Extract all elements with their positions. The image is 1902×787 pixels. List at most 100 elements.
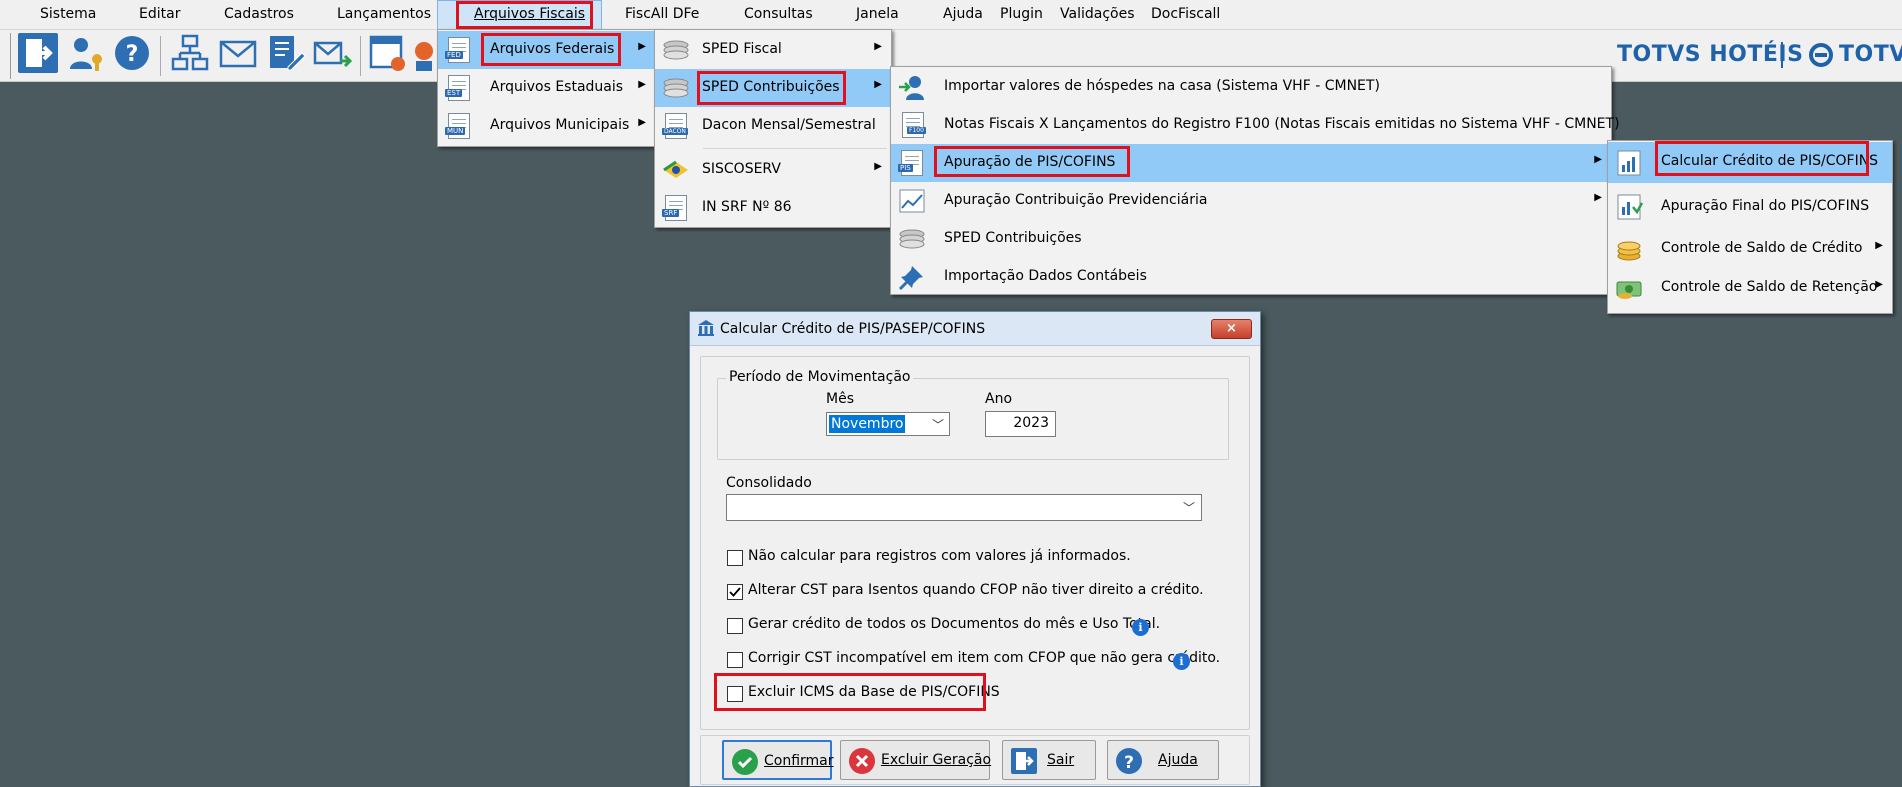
consolidado-select[interactable]: ﹀ bbox=[726, 494, 1202, 521]
help-icon[interactable]: ? bbox=[112, 33, 152, 73]
periodo-group bbox=[717, 378, 1229, 460]
mes-label: Mês bbox=[826, 391, 854, 407]
menu-consultas[interactable]: Consultas bbox=[744, 6, 813, 22]
excluir-icms-label: Excluir ICMS da Base de PIS/COFINS bbox=[748, 684, 1000, 700]
chevron-down-icon: ﹀ bbox=[931, 418, 944, 432]
totvs-logo-icon bbox=[1809, 43, 1833, 67]
x-circle-icon bbox=[849, 748, 875, 774]
settings-partial-icon[interactable] bbox=[412, 33, 436, 73]
send-mail-icon[interactable] bbox=[312, 33, 353, 73]
edit-document-icon[interactable] bbox=[266, 33, 306, 73]
menu-item-label: SPED Contribuições bbox=[944, 230, 1082, 246]
submenu-arrow-icon: ▶ bbox=[874, 79, 882, 90]
fed-document-icon: FED bbox=[445, 36, 473, 64]
menu-item-sped-fiscal[interactable]: SPED Fiscal ▶ bbox=[655, 31, 891, 69]
sair-label: Sair bbox=[1047, 752, 1075, 768]
menu-janela[interactable]: Janela bbox=[856, 6, 899, 22]
menu-item-controle-saldo-credito[interactable]: Controle de Saldo de Crédito ▶ bbox=[1608, 230, 1892, 268]
menu-item-label: SPED Fiscal bbox=[702, 41, 782, 57]
alterar-cst-checkbox[interactable] bbox=[727, 584, 743, 600]
menu-cadastros[interactable]: Cadastros bbox=[224, 6, 294, 22]
sair-button[interactable]: Sair bbox=[1002, 740, 1096, 780]
info-icon[interactable]: i bbox=[1132, 619, 1149, 636]
pis-chart-icon: PIS bbox=[898, 149, 926, 177]
gerar-credito-checkbox[interactable] bbox=[727, 618, 743, 634]
user-key-icon[interactable] bbox=[66, 33, 106, 73]
menu-item-sped-contribuicoes-file[interactable]: SPED Contribuições bbox=[891, 220, 1611, 258]
sped-contribuicoes-menu: Importar valores de hóspedes na casa (Si… bbox=[890, 66, 1620, 296]
submenu-arrow-icon: ▶ bbox=[638, 117, 646, 128]
envelope-icon[interactable] bbox=[218, 33, 258, 73]
info-icon[interactable]: i bbox=[1173, 653, 1190, 670]
sped-stack-icon bbox=[898, 225, 926, 253]
check-circle-icon bbox=[732, 749, 758, 775]
close-button[interactable]: × bbox=[1211, 319, 1252, 339]
confirmar-button[interactable]: Confirmar bbox=[722, 740, 834, 780]
menu-validacoes[interactable]: Validações bbox=[1060, 6, 1134, 22]
est-document-icon: EST bbox=[445, 74, 473, 102]
menu-item-importacao-contabeis[interactable]: Importação Dados Contábeis bbox=[891, 258, 1611, 296]
brand-divider bbox=[1781, 42, 1783, 68]
excluir-geracao-label: Excluir Geração bbox=[881, 752, 992, 768]
svg-text:?: ? bbox=[1124, 753, 1134, 773]
menu-fiscall-dfe[interactable]: FiscAll DFe bbox=[625, 6, 699, 22]
dialog-title-bar[interactable]: Calcular Crédito de PIS/PASEP/COFINS × bbox=[690, 312, 1260, 346]
exit-door-icon[interactable] bbox=[18, 33, 58, 73]
arquivos-fiscais-menu: FED Arquivos Federais ▶ EST Arquivos Est… bbox=[437, 29, 656, 147]
nao-calcular-label: Não calcular para registros com valores … bbox=[748, 548, 1131, 564]
menu-item-arquivos-municipais[interactable]: MUN Arquivos Municipais ▶ bbox=[438, 107, 655, 145]
srf-document-icon: SRF bbox=[662, 194, 690, 222]
menu-item-arquivos-estaduais[interactable]: EST Arquivos Estaduais ▶ bbox=[438, 69, 655, 107]
submenu-arrow-icon: ▶ bbox=[1875, 240, 1883, 251]
menu-item-siscoserv[interactable]: SISCOSERV ▶ bbox=[655, 151, 891, 189]
menu-item-label: SISCOSERV bbox=[702, 161, 781, 177]
excluir-geracao-button[interactable]: Excluir Geração bbox=[840, 740, 992, 780]
submenu-arrow-icon: ▶ bbox=[874, 161, 882, 172]
menu-item-label: Calcular Crédito de PIS/COFINS bbox=[1661, 153, 1879, 169]
menu-arquivos-fiscais[interactable]: Arquivos Fiscais bbox=[474, 6, 585, 22]
menu-ajuda[interactable]: Ajuda bbox=[943, 6, 983, 22]
nao-calcular-checkbox[interactable] bbox=[727, 550, 743, 566]
sped-stack-icon bbox=[662, 36, 690, 64]
mes-select[interactable]: Novembro ﹀ bbox=[826, 412, 950, 436]
org-chart-icon[interactable] bbox=[170, 33, 210, 73]
excluir-icms-checkbox[interactable] bbox=[727, 686, 743, 702]
menu-item-notas-fiscais-f100[interactable]: F100 Notas Fiscais X Lançamentos do Regi… bbox=[891, 106, 1620, 144]
dialog-title: Calcular Crédito de PIS/PASEP/COFINS bbox=[720, 321, 986, 337]
calcular-credito-dialog: Calcular Crédito de PIS/PASEP/COFINS × P… bbox=[689, 311, 1261, 787]
menu-editar[interactable]: Editar bbox=[139, 6, 180, 22]
menu-bar: Sistema Editar Cadastros Lançamentos Arq… bbox=[0, 0, 1902, 30]
calendar-window-icon[interactable] bbox=[368, 33, 408, 73]
submenu-arrow-icon: ▶ bbox=[638, 41, 646, 52]
menu-item-apuracao-pis-cofins[interactable]: PIS Apuração de PIS/COFINS ▶ bbox=[891, 144, 1611, 182]
menu-item-dacon[interactable]: DACON Dacon Mensal/Semestral bbox=[655, 107, 891, 145]
menu-item-label: Arquivos Municipais bbox=[490, 117, 630, 133]
ano-value: 2023 bbox=[1013, 415, 1049, 431]
menu-item-importar-hospedes[interactable]: Importar valores de hóspedes na casa (Si… bbox=[891, 68, 1611, 106]
submenu-arrow-icon: ▶ bbox=[1594, 154, 1602, 165]
menu-lancamentos[interactable]: Lançamentos bbox=[337, 6, 431, 22]
f100-document-icon: F100 bbox=[898, 111, 926, 139]
menu-item-apuracao-final[interactable]: Apuração Final do PIS/COFINS bbox=[1608, 188, 1892, 226]
menu-docfiscall[interactable]: DocFiscall bbox=[1151, 6, 1220, 22]
menu-item-controle-saldo-retencao[interactable]: Controle de Saldo de Retenção ▶ bbox=[1608, 269, 1892, 307]
menu-item-label: Apuração de PIS/COFINS bbox=[944, 154, 1116, 170]
ajuda-button[interactable]: ? Ajuda bbox=[1107, 740, 1219, 780]
corrigir-cst-checkbox[interactable] bbox=[727, 652, 743, 668]
menu-item-calcular-credito[interactable]: Calcular Crédito de PIS/COFINS bbox=[1608, 142, 1892, 183]
confirmar-label: Confirmar bbox=[764, 753, 834, 769]
menu-sistema[interactable]: Sistema bbox=[40, 6, 96, 22]
arquivos-federais-menu: SPED Fiscal ▶ SPED Contribuições ▶ DACON… bbox=[654, 29, 892, 228]
menu-item-contribuicao-previdenciaria[interactable]: Apuração Contribuição Previdenciária ▶ bbox=[891, 182, 1611, 220]
ano-input[interactable]: 2023 bbox=[985, 411, 1056, 437]
menu-plugin[interactable]: Plugin bbox=[1000, 6, 1043, 22]
brazil-flag-icon bbox=[662, 156, 690, 184]
menu-item-label: Arquivos Estaduais bbox=[490, 79, 624, 95]
chevron-down-icon: ﹀ bbox=[1182, 501, 1195, 515]
menu-item-arquivos-federais[interactable]: FED Arquivos Federais ▶ bbox=[438, 31, 655, 69]
menu-item-sped-contribuicoes[interactable]: SPED Contribuições ▶ bbox=[655, 69, 891, 107]
submenu-arrow-icon: ▶ bbox=[1594, 192, 1602, 203]
ajuda-label: Ajuda bbox=[1158, 752, 1198, 768]
help-icon: ? bbox=[1116, 748, 1142, 774]
menu-item-in-srf-86[interactable]: SRF IN SRF Nº 86 bbox=[655, 189, 891, 227]
